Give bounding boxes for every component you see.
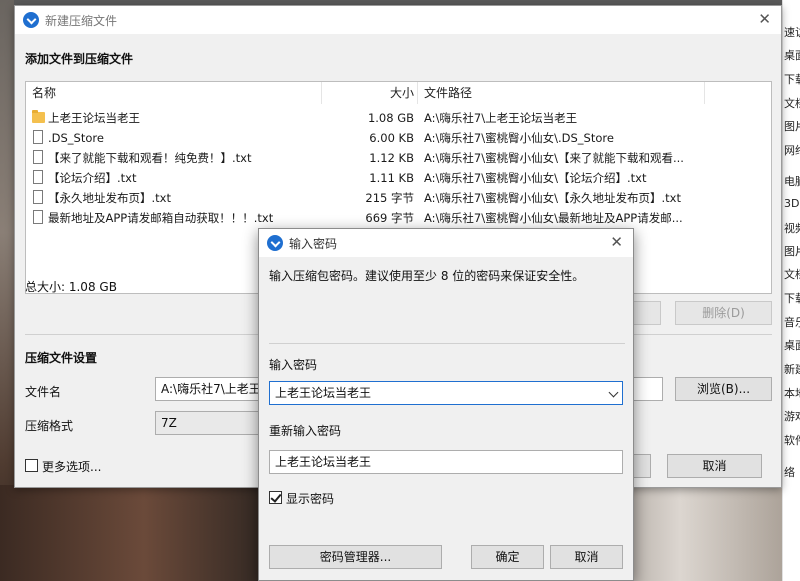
explorer-item[interactable]: 速访 [784, 24, 800, 40]
archive-settings-heading: 压缩文件设置 [25, 351, 98, 365]
explorer-item[interactable]: 文档 [784, 95, 800, 111]
file-size: 1.08 GB [367, 111, 414, 125]
explorer-item[interactable]: 本地 [784, 385, 800, 401]
explorer-item[interactable]: 3D [784, 197, 799, 210]
password-value: 上老王论坛当老王 [275, 386, 372, 400]
file-name: 最新地址及APP请发邮箱自动获取！！！.txt [48, 211, 274, 225]
file-row[interactable]: 【永久地址发布页】.txt 215 字节 A:\嗨乐社7\蜜桃臀小仙女\【永久地… [26, 188, 771, 208]
password-dialog: 输入密码 ✕ 输入压缩包密码。建议使用至少 8 位的密码来保证安全性。 输入密码… [258, 228, 634, 581]
filename-label: 文件名 [25, 385, 62, 399]
file-size: 1.12 KB [369, 151, 414, 165]
explorer-item[interactable]: 软件 [784, 432, 800, 448]
password-manager-button[interactable]: 密码管理器... [269, 545, 442, 569]
cancel-button[interactable]: 取消 [550, 545, 623, 569]
explorer-item[interactable]: 文档 [784, 266, 800, 282]
close-icon[interactable]: ✕ [758, 12, 771, 27]
explorer-item[interactable]: 视频 [784, 220, 800, 236]
dialog-titlebar[interactable]: 输入密码 ✕ [259, 229, 633, 257]
file-row[interactable]: .DS_Store 6.00 KB A:\嗨乐社7\蜜桃臀小仙女\.DS_Sto… [26, 128, 771, 148]
folder-icon [32, 110, 45, 123]
column-header-name[interactable]: 名称 [32, 82, 56, 104]
file-name: 【论坛介绍】.txt [48, 171, 137, 185]
file-name: 【永久地址发布页】.txt [48, 191, 171, 205]
file-row[interactable]: 上老王论坛当老王 1.08 GB A:\嗨乐社7\上老王论坛当老王 [26, 108, 771, 128]
browse-button[interactable]: 浏览(B)... [675, 377, 772, 401]
explorer-item[interactable]: 新建 [784, 361, 800, 377]
format-label: 压缩格式 [25, 419, 74, 433]
password-input[interactable]: 上老王论坛当老王 [269, 381, 623, 405]
file-size: 1.11 KB [369, 171, 414, 185]
password-label: 输入密码 [269, 358, 318, 372]
more-options-label[interactable]: 更多选项... [42, 458, 101, 475]
password-hint: 输入压缩包密码。建议使用至少 8 位的密码来保证安全性。 [269, 269, 585, 283]
app-logo-icon [23, 12, 39, 28]
file-icon [33, 150, 43, 164]
file-row[interactable]: 最新地址及APP请发邮箱自动获取！！！.txt 669 字节 A:\嗨乐社7\蜜… [26, 208, 771, 228]
total-size-label: 总大小: 1.08 GB [25, 280, 117, 294]
file-icon [33, 210, 43, 224]
file-path: A:\嗨乐社7\蜜桃臀小仙女\【来了就能下载和观看... [424, 151, 684, 165]
explorer-item[interactable]: 图片 [784, 118, 800, 134]
file-size: 215 字节 [365, 191, 414, 205]
explorer-item[interactable]: 图片 [784, 243, 800, 259]
file-size: 669 字节 [365, 211, 414, 225]
column-divider[interactable] [417, 82, 418, 104]
file-size: 6.00 KB [369, 131, 414, 145]
column-header-size[interactable]: 大小 [390, 82, 414, 104]
confirm-password-input[interactable]: 上老王论坛当老王 [269, 450, 623, 474]
explorer-item[interactable]: 音乐 [784, 314, 800, 330]
show-password-checkbox[interactable] [269, 491, 282, 504]
confirm-password-label: 重新输入密码 [269, 424, 342, 438]
chevron-down-icon[interactable] [608, 387, 619, 398]
file-icon [33, 170, 43, 184]
explorer-item[interactable]: 络 [784, 464, 795, 480]
file-name: 上老王论坛当老王 [48, 111, 140, 125]
format-select[interactable]: 7Z [155, 411, 265, 435]
file-path: A:\嗨乐社7\蜜桃臀小仙女\.DS_Store [424, 131, 614, 145]
file-path: A:\嗨乐社7\蜜桃臀小仙女\【论坛介绍】.txt [424, 171, 647, 185]
explorer-item[interactable]: 下载 [784, 290, 800, 306]
explorer-item[interactable]: 电脑 [784, 173, 800, 189]
explorer-item[interactable]: 桌面 [784, 47, 800, 63]
delete-button[interactable]: 删除(D) [675, 301, 772, 325]
explorer-item[interactable]: 游戏 [784, 408, 800, 424]
explorer-item[interactable]: 网络 [784, 142, 800, 158]
explorer-item[interactable]: 桌面 [784, 337, 800, 353]
file-name: 【来了就能下载和观看！纯免费！】.txt [48, 151, 252, 165]
file-name: .DS_Store [48, 131, 104, 145]
divider [269, 343, 625, 344]
explorer-item[interactable]: 下载 [784, 71, 800, 87]
cancel-button[interactable]: 取消 [667, 454, 762, 478]
show-password-label[interactable]: 显示密码 [286, 490, 334, 507]
file-icon [33, 130, 43, 144]
more-options-checkbox[interactable] [25, 459, 38, 472]
explorer-side-panel: 速访 桌面 下载 文档 图片 网络 电脑 3D 视频 图片 文档 下载 音乐 桌… [782, 0, 800, 581]
file-icon [33, 190, 43, 204]
add-files-heading: 添加文件到压缩文件 [25, 52, 134, 66]
dialog-title: 输入密码 [289, 237, 338, 251]
file-path: A:\嗨乐社7\蜜桃臀小仙女\最新地址及APP请发邮... [424, 211, 683, 225]
file-path: A:\嗨乐社7\蜜桃臀小仙女\【永久地址发布页】.txt [424, 191, 681, 205]
file-path: A:\嗨乐社7\上老王论坛当老王 [424, 111, 578, 125]
window-titlebar[interactable]: 新建压缩文件 ✕ [15, 6, 781, 34]
close-icon[interactable]: ✕ [610, 235, 623, 250]
ok-button[interactable]: 确定 [471, 545, 544, 569]
file-row[interactable]: 【来了就能下载和观看！纯免费！】.txt 1.12 KB A:\嗨乐社7\蜜桃臀… [26, 148, 771, 168]
column-header-path[interactable]: 文件路径 [424, 82, 472, 104]
window-title: 新建压缩文件 [45, 14, 118, 28]
column-divider[interactable] [704, 82, 705, 104]
column-divider[interactable] [321, 82, 322, 104]
app-logo-icon [267, 235, 283, 251]
file-row[interactable]: 【论坛介绍】.txt 1.11 KB A:\嗨乐社7\蜜桃臀小仙女\【论坛介绍】… [26, 168, 771, 188]
